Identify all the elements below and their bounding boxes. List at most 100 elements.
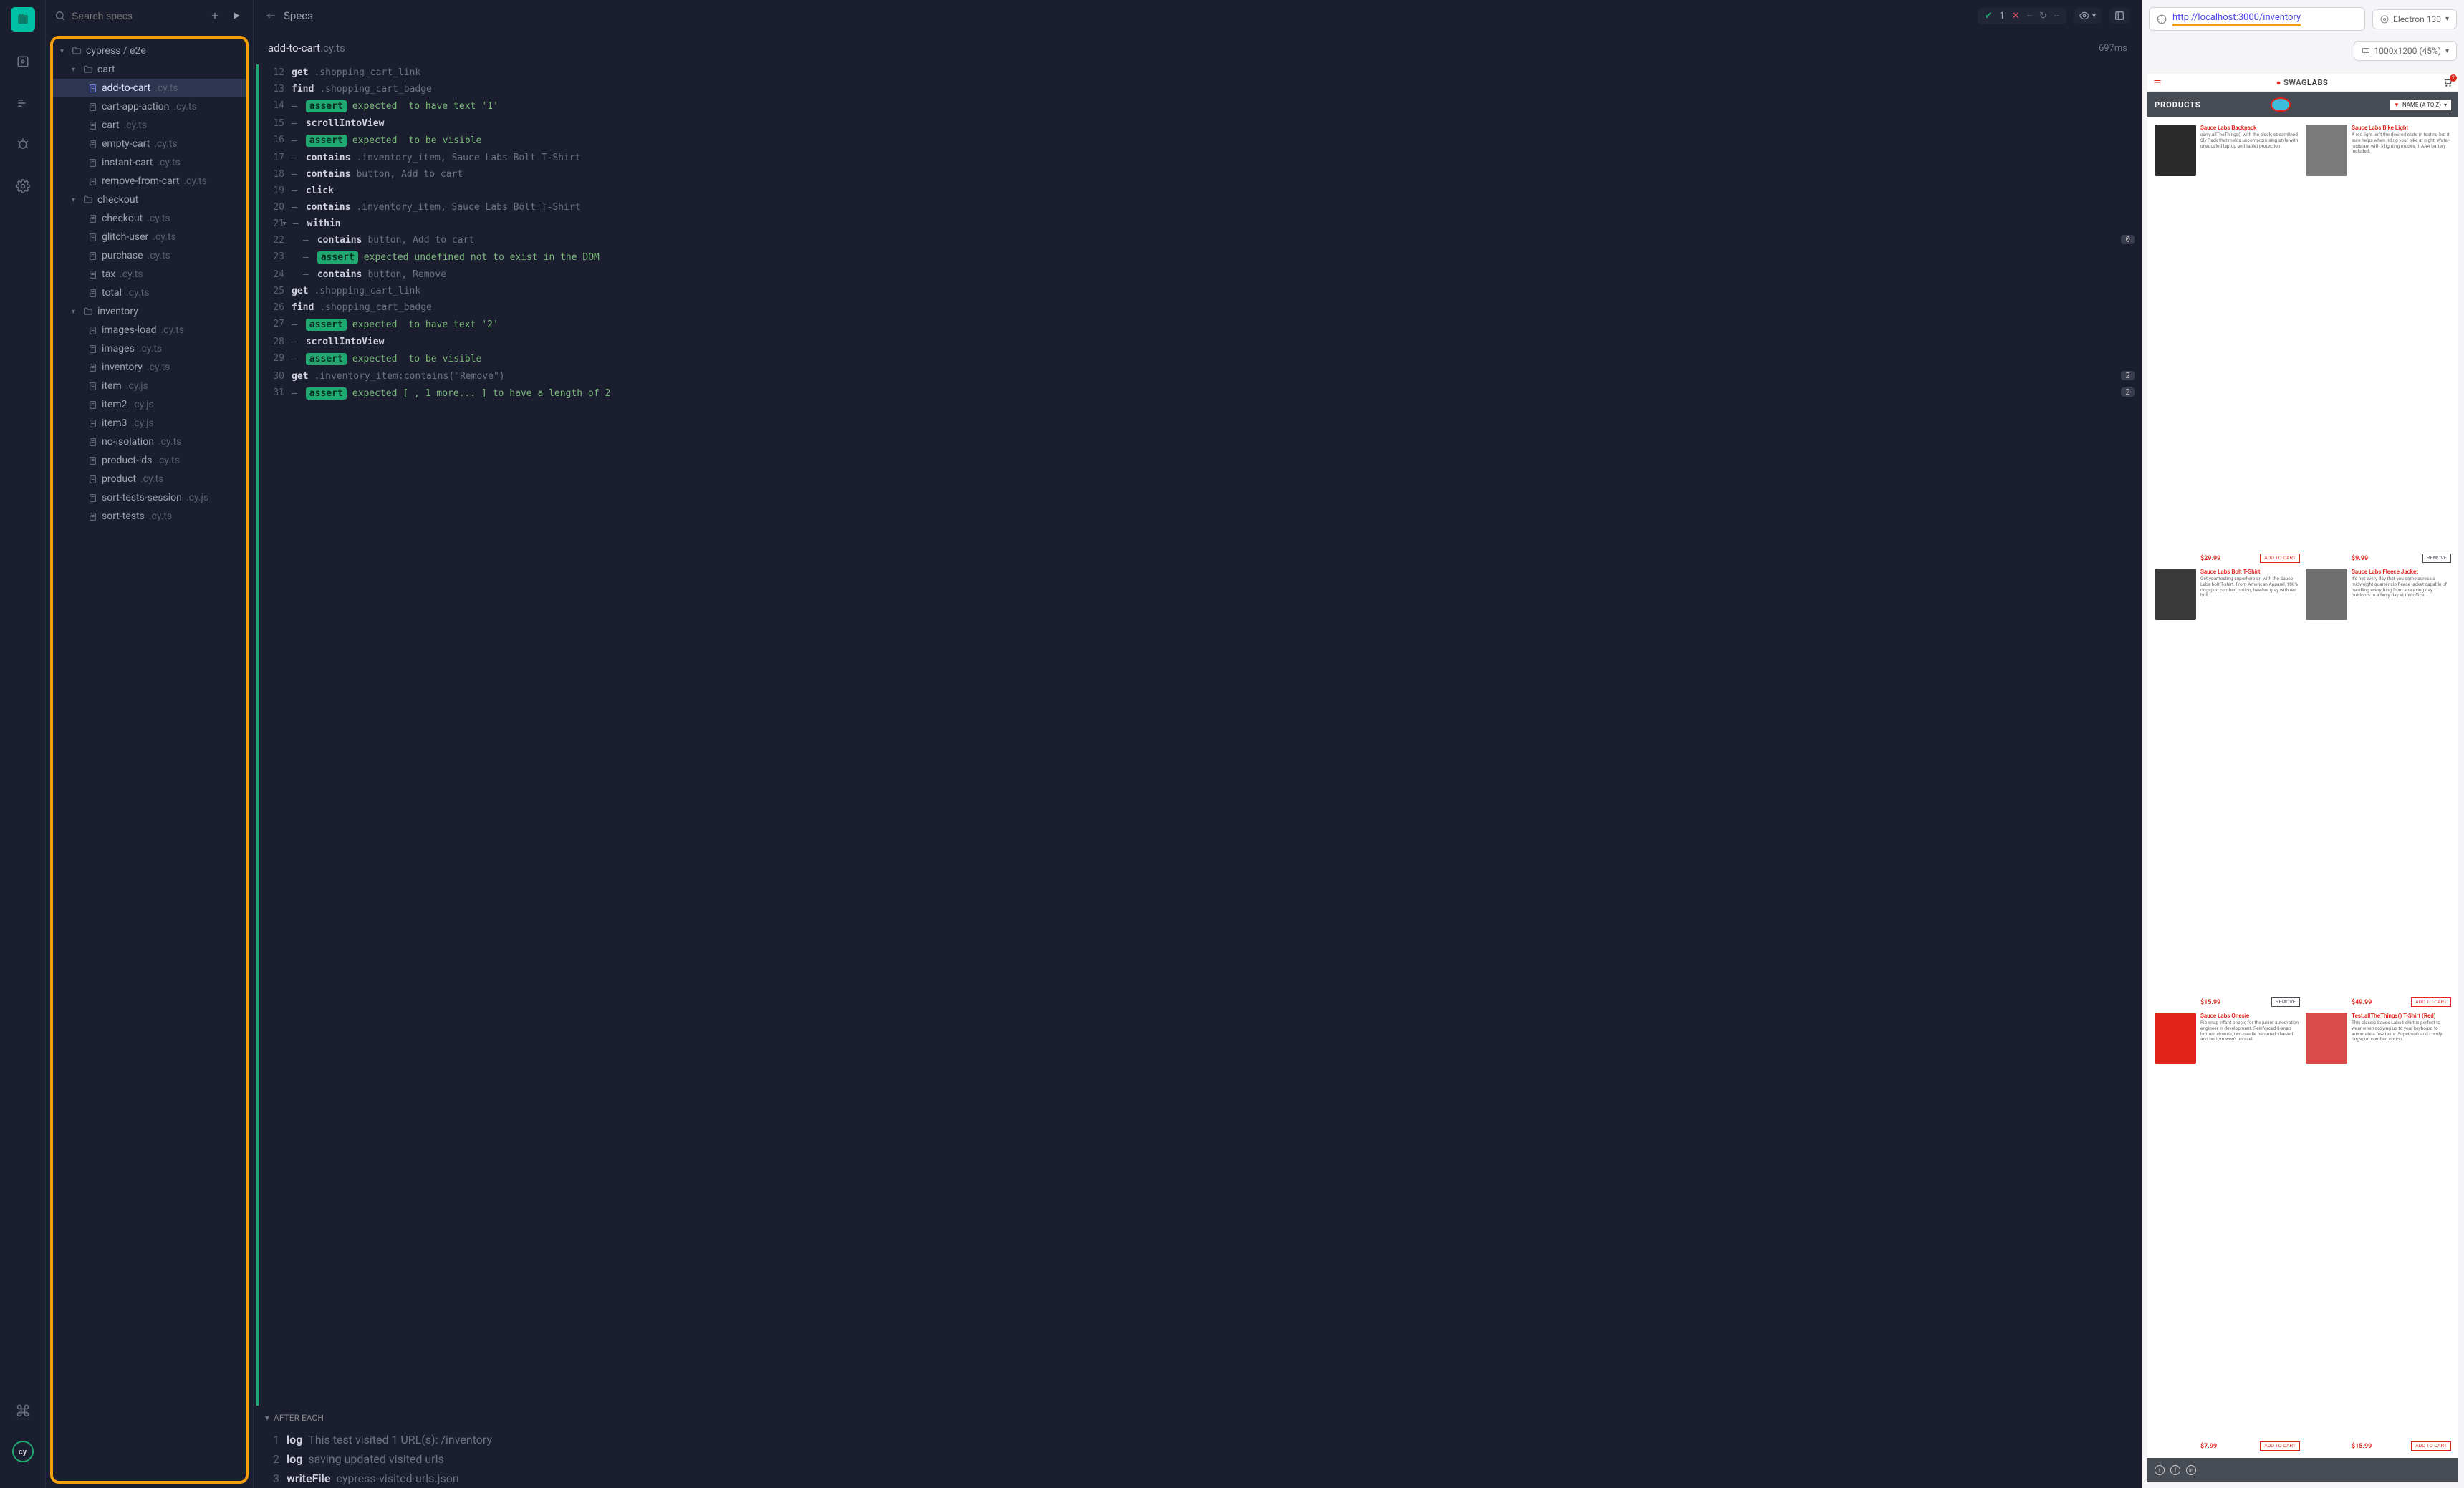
fail-icon: ✕ [2012,11,2020,21]
twitter-icon[interactable]: t [2155,1465,2165,1475]
log-row[interactable]: 29assert expected to be visible [259,350,2142,368]
log-row[interactable]: 28scrollIntoView [259,334,2142,350]
tree-file[interactable]: empty-cart.cy.ts [53,135,246,153]
facebook-icon[interactable]: f [2170,1465,2180,1475]
product-title[interactable]: Sauce Labs Onesie [2200,1013,2300,1019]
menu-icon[interactable] [2153,78,2162,87]
tree-file[interactable]: product.cy.ts [53,470,246,488]
product-action-button[interactable]: REMOVE [2422,554,2451,563]
pass-count: 1 [1999,11,2004,21]
product-image[interactable] [2306,125,2347,176]
tree-file[interactable]: sort-tests.cy.ts [53,507,246,526]
collapse-icon[interactable] [265,10,276,21]
tree-folder[interactable]: ▾cart [53,60,246,79]
restart-icon[interactable]: ↻ [2039,11,2047,21]
shortcuts-icon[interactable] [11,1399,34,1422]
tree-file[interactable]: images-load.cy.ts [53,321,246,339]
tree-file[interactable]: instant-cart.cy.ts [53,153,246,172]
log-row[interactable]: 26find .shopping_cart_badge [259,299,2142,316]
product-title[interactable]: Sauce Labs Bolt T-Shirt [2200,569,2300,575]
tree-root[interactable]: ▾cypress / e2e [53,42,246,60]
log-row[interactable]: 15scrollIntoView [259,115,2142,132]
log-row[interactable]: 24contains button, Remove [259,266,2142,283]
visibility-toggle[interactable]: ▾ [2074,8,2102,24]
panel-toggle[interactable] [2109,8,2130,24]
log-row[interactable]: 1log This test visited 1 URL(s): /invent… [254,1430,2142,1449]
tree-file[interactable]: item2.cy.js [53,395,246,414]
log-row[interactable]: 22contains button, Add to cart0 [259,232,2142,248]
sort-dropdown[interactable]: ▼ NAME (A TO Z) ▾ [2390,100,2451,110]
log-row[interactable]: 23assert expected undefined not to exist… [259,248,2142,266]
runs-icon[interactable] [11,92,34,115]
url-text: http://localhost:3000/inventory [2172,12,2301,26]
tree-file[interactable]: sort-tests-session.cy.js [53,488,246,507]
tree-file[interactable]: images.cy.ts [53,339,246,358]
tree-file[interactable]: product-ids.cy.ts [53,451,246,470]
product-action-button[interactable]: ADD TO CART [2411,1441,2451,1451]
product-title[interactable]: Sauce Labs Backpack [2200,125,2300,131]
tree-file[interactable]: no-isolation.cy.ts [53,433,246,451]
pending-count: -- [2027,11,2032,21]
tree-file[interactable]: cart-app-action.cy.ts [53,97,246,116]
tree-file[interactable]: glitch-user.cy.ts [53,228,246,246]
log-row[interactable]: 17contains .inventory_item, Sauce Labs B… [259,150,2142,166]
search-input[interactable] [72,10,201,21]
log-row[interactable]: 21▾within [259,216,2142,232]
tree-file[interactable]: item3.cy.js [53,414,246,433]
dashboard-icon[interactable] [11,50,34,73]
tree-file[interactable]: tax.cy.ts [53,265,246,284]
spec-name: add-to-cart [268,42,320,54]
log-row[interactable]: 14assert expected to have text '1' [259,97,2142,115]
log-row[interactable]: 20contains .inventory_item, Sauce Labs B… [259,199,2142,216]
after-each-header[interactable]: ▾ AFTER EACH [254,1406,2142,1430]
log-row[interactable]: 16assert expected to be visible [259,132,2142,150]
debug-icon[interactable] [11,133,34,156]
tree-file[interactable]: inventory.cy.ts [53,358,246,377]
product-image[interactable] [2155,569,2196,620]
skipped-count: -- [2054,11,2059,21]
product-action-button[interactable]: ADD TO CART [2260,1441,2300,1451]
product-card: Test.allTheThings() T-Shirt (Red) This c… [2306,1013,2451,1451]
product-image[interactable] [2155,1013,2196,1064]
log-row[interactable]: 19click [259,183,2142,199]
tree-folder[interactable]: ▾inventory [53,302,246,321]
product-title[interactable]: Sauce Labs Fleece Jacket [2352,569,2451,575]
url-bar[interactable]: http://localhost:3000/inventory [2149,7,2365,31]
product-action-button[interactable]: ADD TO CART [2260,554,2300,563]
product-image[interactable] [2155,125,2196,176]
log-row[interactable]: 3writeFile cypress-visited-urls.json [254,1469,2142,1488]
selector-icon[interactable] [2157,14,2167,24]
run-all-button[interactable] [228,7,244,24]
product-price: $7.99 [2200,1443,2217,1450]
product-title[interactable]: Test.allTheThings() T-Shirt (Red) [2352,1013,2451,1019]
linkedin-icon[interactable]: in [2186,1465,2196,1475]
tree-file[interactable]: remove-from-cart.cy.ts [53,172,246,190]
tree-file[interactable]: cart.cy.ts [53,116,246,135]
browser-selector[interactable]: Electron 130 ▾ [2372,9,2457,29]
product-action-button[interactable]: REMOVE [2271,997,2300,1007]
log-row[interactable]: 18contains button, Add to cart [259,166,2142,183]
product-image[interactable] [2306,1013,2347,1064]
viewport-selector[interactable]: 1000x1200 (45%) ▾ [2354,41,2457,61]
log-row[interactable]: 2log saving updated visited urls [254,1449,2142,1469]
new-spec-button[interactable] [207,7,223,24]
settings-icon[interactable] [11,175,34,198]
nav-rail: cy [0,0,46,1488]
log-row[interactable]: 27assert expected to have text '2' [259,316,2142,334]
log-row[interactable]: 25get .shopping_cart_link [259,283,2142,299]
tree-folder[interactable]: ▾checkout [53,190,246,209]
product-action-button[interactable]: ADD TO CART [2411,997,2451,1007]
tree-file[interactable]: checkout.cy.ts [53,209,246,228]
tree-file[interactable]: item.cy.js [53,377,246,395]
spec-duration: 697ms [2099,43,2127,54]
cart-icon[interactable]: 2 [2443,77,2453,87]
log-row[interactable]: 13find .shopping_cart_badge [259,81,2142,97]
product-image[interactable] [2306,569,2347,620]
log-row[interactable]: 31assert expected [ , 1 more... ] to hav… [259,385,2142,402]
tree-file[interactable]: purchase.cy.ts [53,246,246,265]
product-title[interactable]: Sauce Labs Bike Light [2352,125,2451,131]
log-row[interactable]: 30get .inventory_item:contains("Remove")… [259,368,2142,385]
tree-file[interactable]: total.cy.ts [53,284,246,302]
tree-file[interactable]: add-to-cart.cy.ts [53,79,246,97]
log-row[interactable]: 12get .shopping_cart_link [259,64,2142,81]
